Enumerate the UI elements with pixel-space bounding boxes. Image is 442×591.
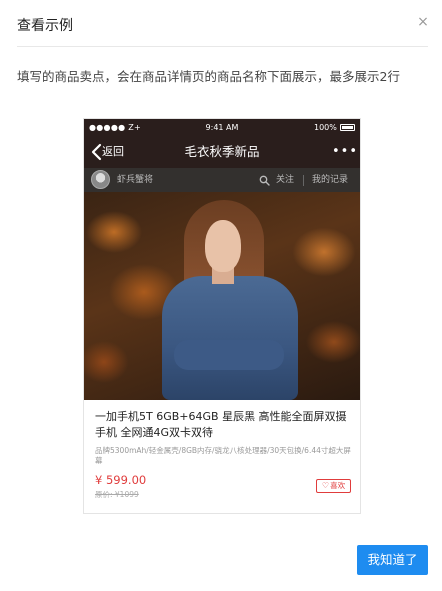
product-price: ¥ 599.00: [95, 473, 147, 487]
records-label: 我的记录: [312, 175, 349, 185]
original-price: 原价: ¥1099: [95, 490, 139, 499]
dialog-title: 查看示例: [17, 18, 73, 34]
like-label: 喜欢: [330, 481, 346, 490]
product-photo: [84, 192, 360, 400]
phone-preview: ●●●●● Z+ 9:41 AM 100% 返回 毛衣秋季新品 ••• 虾兵蟹将…: [83, 118, 361, 514]
product-title: 一加手机5T 6GB+64GB 星辰黑 高性能全面屏双摄手机 全网通4G双卡双待: [95, 410, 347, 439]
preview-nav-bar: 返回 毛衣秋季新品 •••: [84, 136, 360, 168]
dialog-description: 填写的商品卖点，会在商品详情页的商品名称下面展示，最多展示2行: [17, 69, 400, 84]
avatar: [91, 170, 110, 189]
follow-label: 关注: [276, 175, 295, 185]
shop-name: 虾兵蟹将: [117, 175, 154, 185]
battery-icon: [340, 124, 355, 131]
shop-divider: [303, 175, 304, 186]
product-info: 一加手机5T 6GB+64GB 星辰黑 高性能全面屏双摄手机 全网通4G双卡双待…: [84, 400, 360, 513]
preview-nav-title: 毛衣秋季新品: [184, 144, 260, 159]
product-specs: 品牌5300mAh/轻金属壳/8GB内存/骁龙八核处理器/30天包换/6.44寸…: [95, 446, 351, 465]
like-button: ♡喜欢: [316, 479, 351, 493]
battery-percent: 100%: [314, 123, 337, 132]
heart-icon: ♡: [321, 481, 330, 490]
header-divider: [17, 46, 428, 47]
status-bar: ●●●●● Z+ 9:41 AM 100%: [84, 119, 360, 136]
shop-bar: 虾兵蟹将 关注 我的记录: [84, 168, 360, 192]
search-icon: [259, 175, 270, 186]
dialog-header: 查看示例 ×: [0, 0, 442, 47]
more-icon: •••: [332, 144, 359, 159]
close-icon[interactable]: ×: [415, 13, 431, 31]
confirm-button[interactable]: 我知道了: [357, 545, 428, 575]
